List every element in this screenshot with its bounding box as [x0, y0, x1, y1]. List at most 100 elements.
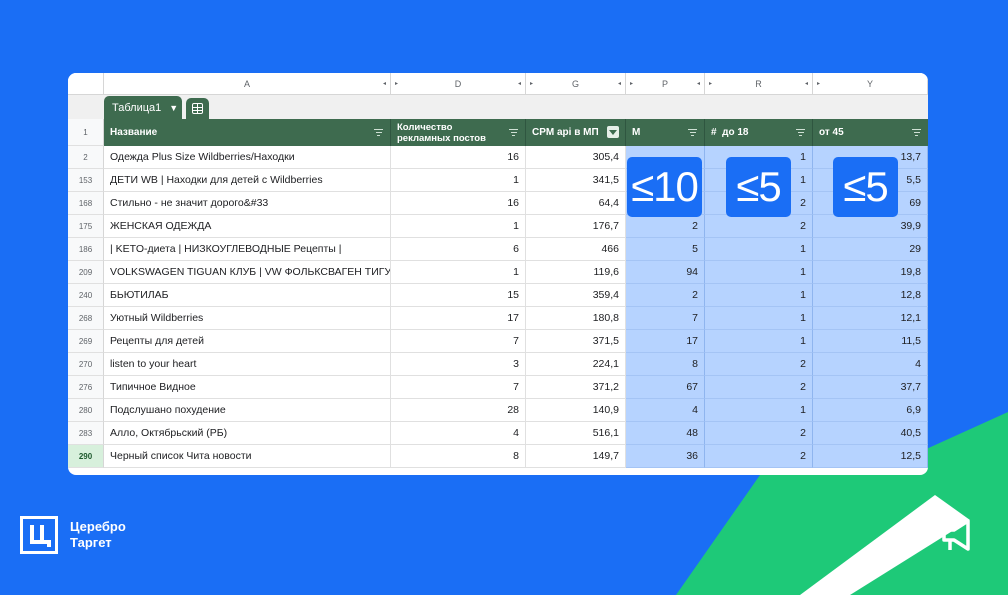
- row-header[interactable]: 186: [68, 238, 104, 261]
- cell-name[interactable]: Черный список Чита новости: [104, 445, 391, 468]
- cell-posts[interactable]: 16: [391, 146, 526, 169]
- cell-under-18[interactable]: 1: [705, 238, 813, 261]
- cell-over-45[interactable]: 19,8: [813, 261, 928, 284]
- cell-cpm[interactable]: 305,4: [526, 146, 626, 169]
- cell-over-45[interactable]: 29: [813, 238, 928, 261]
- row-header[interactable]: 1: [68, 119, 104, 146]
- cell-posts[interactable]: 15: [391, 284, 526, 307]
- cell-over-45[interactable]: 4: [813, 353, 928, 376]
- cell-posts[interactable]: 1: [391, 215, 526, 238]
- header-posts[interactable]: Количество рекламных постов: [391, 119, 526, 146]
- filter-icon[interactable]: [912, 129, 921, 136]
- cell-m[interactable]: 17: [626, 330, 705, 353]
- cell-name[interactable]: Типичное Видное: [104, 376, 391, 399]
- cell-under-18[interactable]: 1: [705, 261, 813, 284]
- cell-cpm[interactable]: 149,7: [526, 445, 626, 468]
- cell-over-45[interactable]: 12,8: [813, 284, 928, 307]
- column-collapse-icon[interactable]: ◂: [383, 80, 386, 87]
- column-expand-icon[interactable]: ▸: [630, 80, 633, 87]
- cell-under-18[interactable]: 2: [705, 445, 813, 468]
- cell-m[interactable]: 48: [626, 422, 705, 445]
- cell-cpm[interactable]: 341,5: [526, 169, 626, 192]
- filter-icon[interactable]: [374, 129, 383, 136]
- cell-cpm[interactable]: 466: [526, 238, 626, 261]
- header-cpm[interactable]: CPM api в МП: [526, 119, 626, 146]
- row-header[interactable]: 2: [68, 146, 104, 169]
- cell-over-45[interactable]: 40,5: [813, 422, 928, 445]
- row-header[interactable]: 280: [68, 399, 104, 422]
- table-name-chip[interactable]: Таблица1 ▼: [104, 96, 182, 119]
- cell-name[interactable]: ДЕТИ WB | Находки для детей с Wildberrie…: [104, 169, 391, 192]
- cell-over-45[interactable]: 39,9: [813, 215, 928, 238]
- column-expand-icon[interactable]: ▸: [709, 80, 712, 87]
- row-header[interactable]: 290: [68, 445, 104, 468]
- filter-icon[interactable]: [796, 129, 805, 136]
- cell-name[interactable]: Одежда Plus Size Wildberries/Находки: [104, 146, 391, 169]
- header-under-18[interactable]: # до 18: [705, 119, 813, 146]
- cell-cpm[interactable]: 64,4: [526, 192, 626, 215]
- cell-over-45[interactable]: 12,5: [813, 445, 928, 468]
- column-header-g[interactable]: ▸ G ◂: [526, 73, 626, 95]
- cell-m[interactable]: 67: [626, 376, 705, 399]
- cell-name[interactable]: ЖЕНСКАЯ ОДЕЖДА: [104, 215, 391, 238]
- filter-active-icon[interactable]: [607, 126, 619, 138]
- cell-cpm[interactable]: 359,4: [526, 284, 626, 307]
- cell-under-18[interactable]: 1: [705, 284, 813, 307]
- table-grid-button[interactable]: [186, 98, 209, 119]
- row-header[interactable]: 168: [68, 192, 104, 215]
- cell-posts[interactable]: 3: [391, 353, 526, 376]
- cell-posts[interactable]: 1: [391, 169, 526, 192]
- chevron-down-icon[interactable]: ▼: [169, 103, 178, 113]
- cell-name[interactable]: | KETO-диета | НИЗКОУГЛЕВОДНЫЕ Рецепты |: [104, 238, 391, 261]
- cell-over-45[interactable]: 11,5: [813, 330, 928, 353]
- row-header[interactable]: 240: [68, 284, 104, 307]
- column-expand-icon[interactable]: ▸: [817, 80, 820, 87]
- cell-m[interactable]: 5: [626, 238, 705, 261]
- filter-icon[interactable]: [688, 129, 697, 136]
- cell-m[interactable]: 7: [626, 307, 705, 330]
- column-collapse-icon[interactable]: ◂: [697, 80, 700, 87]
- row-header[interactable]: 209: [68, 261, 104, 284]
- row-header[interactable]: 276: [68, 376, 104, 399]
- cell-cpm[interactable]: 140,9: [526, 399, 626, 422]
- cell-m[interactable]: 94: [626, 261, 705, 284]
- cell-m[interactable]: 2: [626, 215, 705, 238]
- cell-posts[interactable]: 4: [391, 422, 526, 445]
- cell-name[interactable]: Рецепты для детей: [104, 330, 391, 353]
- cell-cpm[interactable]: 371,5: [526, 330, 626, 353]
- header-over-45[interactable]: от 45: [813, 119, 928, 146]
- cell-cpm[interactable]: 119,6: [526, 261, 626, 284]
- select-all-corner[interactable]: [68, 73, 104, 95]
- cell-name[interactable]: listen to your heart: [104, 353, 391, 376]
- cell-under-18[interactable]: 2: [705, 422, 813, 445]
- cell-cpm[interactable]: 176,7: [526, 215, 626, 238]
- cell-name[interactable]: Алло, Октябрьский (РБ): [104, 422, 391, 445]
- header-name[interactable]: Название: [104, 119, 391, 146]
- column-expand-icon[interactable]: ▸: [395, 80, 398, 87]
- cell-posts[interactable]: 7: [391, 330, 526, 353]
- cell-under-18[interactable]: 1: [705, 307, 813, 330]
- cell-cpm[interactable]: 224,1: [526, 353, 626, 376]
- column-header-y[interactable]: ▸ Y: [813, 73, 928, 95]
- cell-name[interactable]: VOLKSWAGEN TIGUAN КЛУБ | VW ФОЛЬКСВАГЕН …: [104, 261, 391, 284]
- row-header[interactable]: 283: [68, 422, 104, 445]
- cell-posts[interactable]: 7: [391, 376, 526, 399]
- cell-m[interactable]: 4: [626, 399, 705, 422]
- cell-under-18[interactable]: 2: [705, 353, 813, 376]
- cell-name[interactable]: Подслушано похудение: [104, 399, 391, 422]
- cell-name[interactable]: БЬЮТИЛАБ: [104, 284, 391, 307]
- filter-icon[interactable]: [509, 129, 518, 136]
- cell-posts[interactable]: 16: [391, 192, 526, 215]
- cell-under-18[interactable]: 2: [705, 376, 813, 399]
- header-m[interactable]: М: [626, 119, 705, 146]
- row-header[interactable]: 153: [68, 169, 104, 192]
- column-collapse-icon[interactable]: ◂: [518, 80, 521, 87]
- column-header-p[interactable]: ▸ P ◂: [626, 73, 705, 95]
- column-collapse-icon[interactable]: ◂: [805, 80, 808, 87]
- row-header[interactable]: 269: [68, 330, 104, 353]
- cell-under-18[interactable]: 1: [705, 399, 813, 422]
- cell-over-45[interactable]: 12,1: [813, 307, 928, 330]
- cell-cpm[interactable]: 180,8: [526, 307, 626, 330]
- column-expand-icon[interactable]: ▸: [530, 80, 533, 87]
- row-header[interactable]: 270: [68, 353, 104, 376]
